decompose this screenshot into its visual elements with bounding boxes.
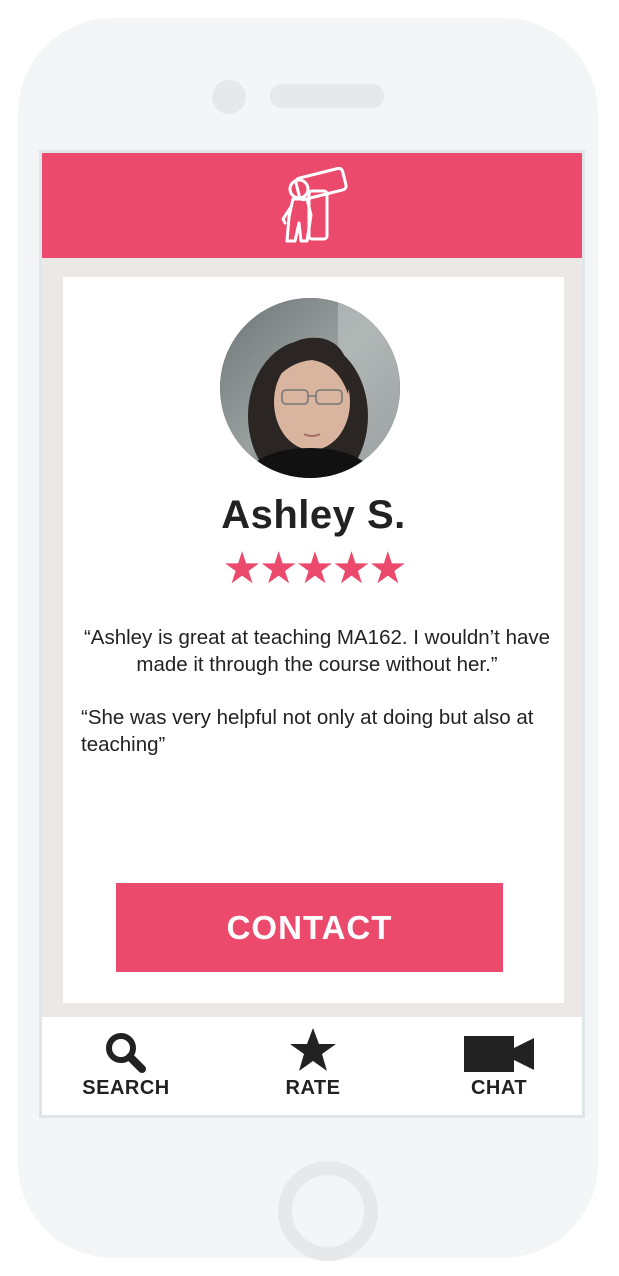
- avatar-photo: [220, 298, 400, 478]
- video-camera-icon: [464, 1036, 534, 1072]
- app-header: [42, 153, 582, 258]
- review-text: “She was very helpful not only at doing …: [81, 706, 534, 756]
- star-icon: [290, 1028, 336, 1071]
- profile-avatar: [220, 298, 400, 478]
- tab-label: SEARCH: [82, 1077, 170, 1099]
- tutor-name: Ashley S.: [221, 493, 406, 537]
- tutor-profile-card: Ashley S. ★★★★★ “Ashley is great at teac…: [63, 277, 564, 1003]
- app-screen: Ashley S. ★★★★★ “Ashley is great at teac…: [39, 150, 585, 1118]
- front-camera: [212, 80, 246, 114]
- search-icon: [106, 1033, 146, 1073]
- tab-search[interactable]: SEARCH: [56, 1017, 196, 1115]
- tab-label: CHAT: [470, 1077, 528, 1099]
- tutor-logo-icon: [281, 167, 348, 243]
- tab-chat[interactable]: CHAT: [429, 1017, 569, 1115]
- contact-button[interactable]: CONTACT: [116, 883, 503, 972]
- review-text: “Ashley is great at teaching MA162. I wo…: [83, 626, 551, 676]
- tab-rate[interactable]: RATE: [243, 1017, 383, 1115]
- home-button[interactable]: [278, 1161, 378, 1261]
- tab-label: RATE: [285, 1077, 341, 1099]
- rating-stars: ★★★★★: [222, 544, 407, 593]
- earpiece-speaker: [270, 84, 384, 108]
- bottom-tab-bar: SEARCH RATE CHAT: [42, 1017, 582, 1115]
